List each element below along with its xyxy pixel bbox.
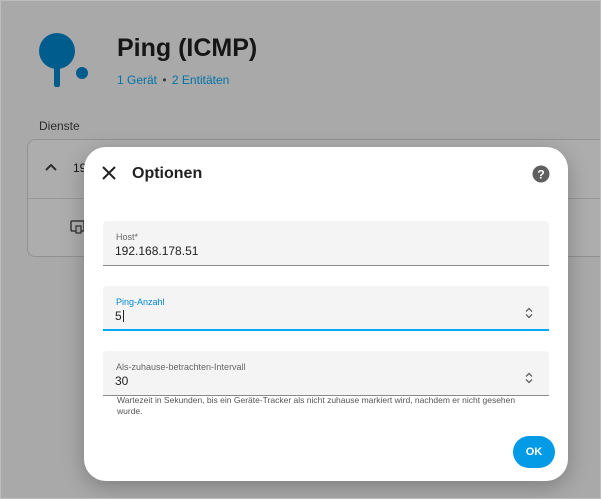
host-input[interactable]: 192.168.178.51 <box>115 244 515 260</box>
close-icon[interactable] <box>100 164 118 182</box>
ok-button[interactable]: OK <box>513 436 555 468</box>
home-interval-label: Als-zuhause-betrachten-Intervall <box>116 362 246 372</box>
text-caret <box>122 310 124 322</box>
ping-count-value: 5 <box>115 309 122 323</box>
stepper-arrows-icon[interactable] <box>523 371 535 385</box>
dialog-title: Optionen <box>132 165 203 182</box>
stepper-arrows-icon[interactable] <box>523 306 535 320</box>
home-interval-field[interactable]: Als-zuhause-betrachten-Intervall 30 <box>103 351 549 396</box>
options-dialog: Optionen ? Host* 192.168.178.51 Ping-Anz… <box>84 147 568 481</box>
home-interval-input[interactable]: 30 <box>115 374 515 390</box>
ping-count-input[interactable]: 5 <box>115 309 515 325</box>
help-circle-icon[interactable]: ? <box>532 165 550 183</box>
ping-count-label: Ping-Anzahl <box>116 297 165 307</box>
host-field[interactable]: Host* 192.168.178.51 <box>103 221 549 266</box>
interval-helper-text: Wartezeit in Sekunden, bis ein Geräte-Tr… <box>117 395 516 416</box>
host-label: Host* <box>116 232 139 242</box>
svg-text:?: ? <box>537 168 544 182</box>
ping-count-field[interactable]: Ping-Anzahl 5 <box>103 286 549 331</box>
screen: Ping (ICMP) 1 Gerät • 2 Entitäten Dienst… <box>0 0 601 499</box>
